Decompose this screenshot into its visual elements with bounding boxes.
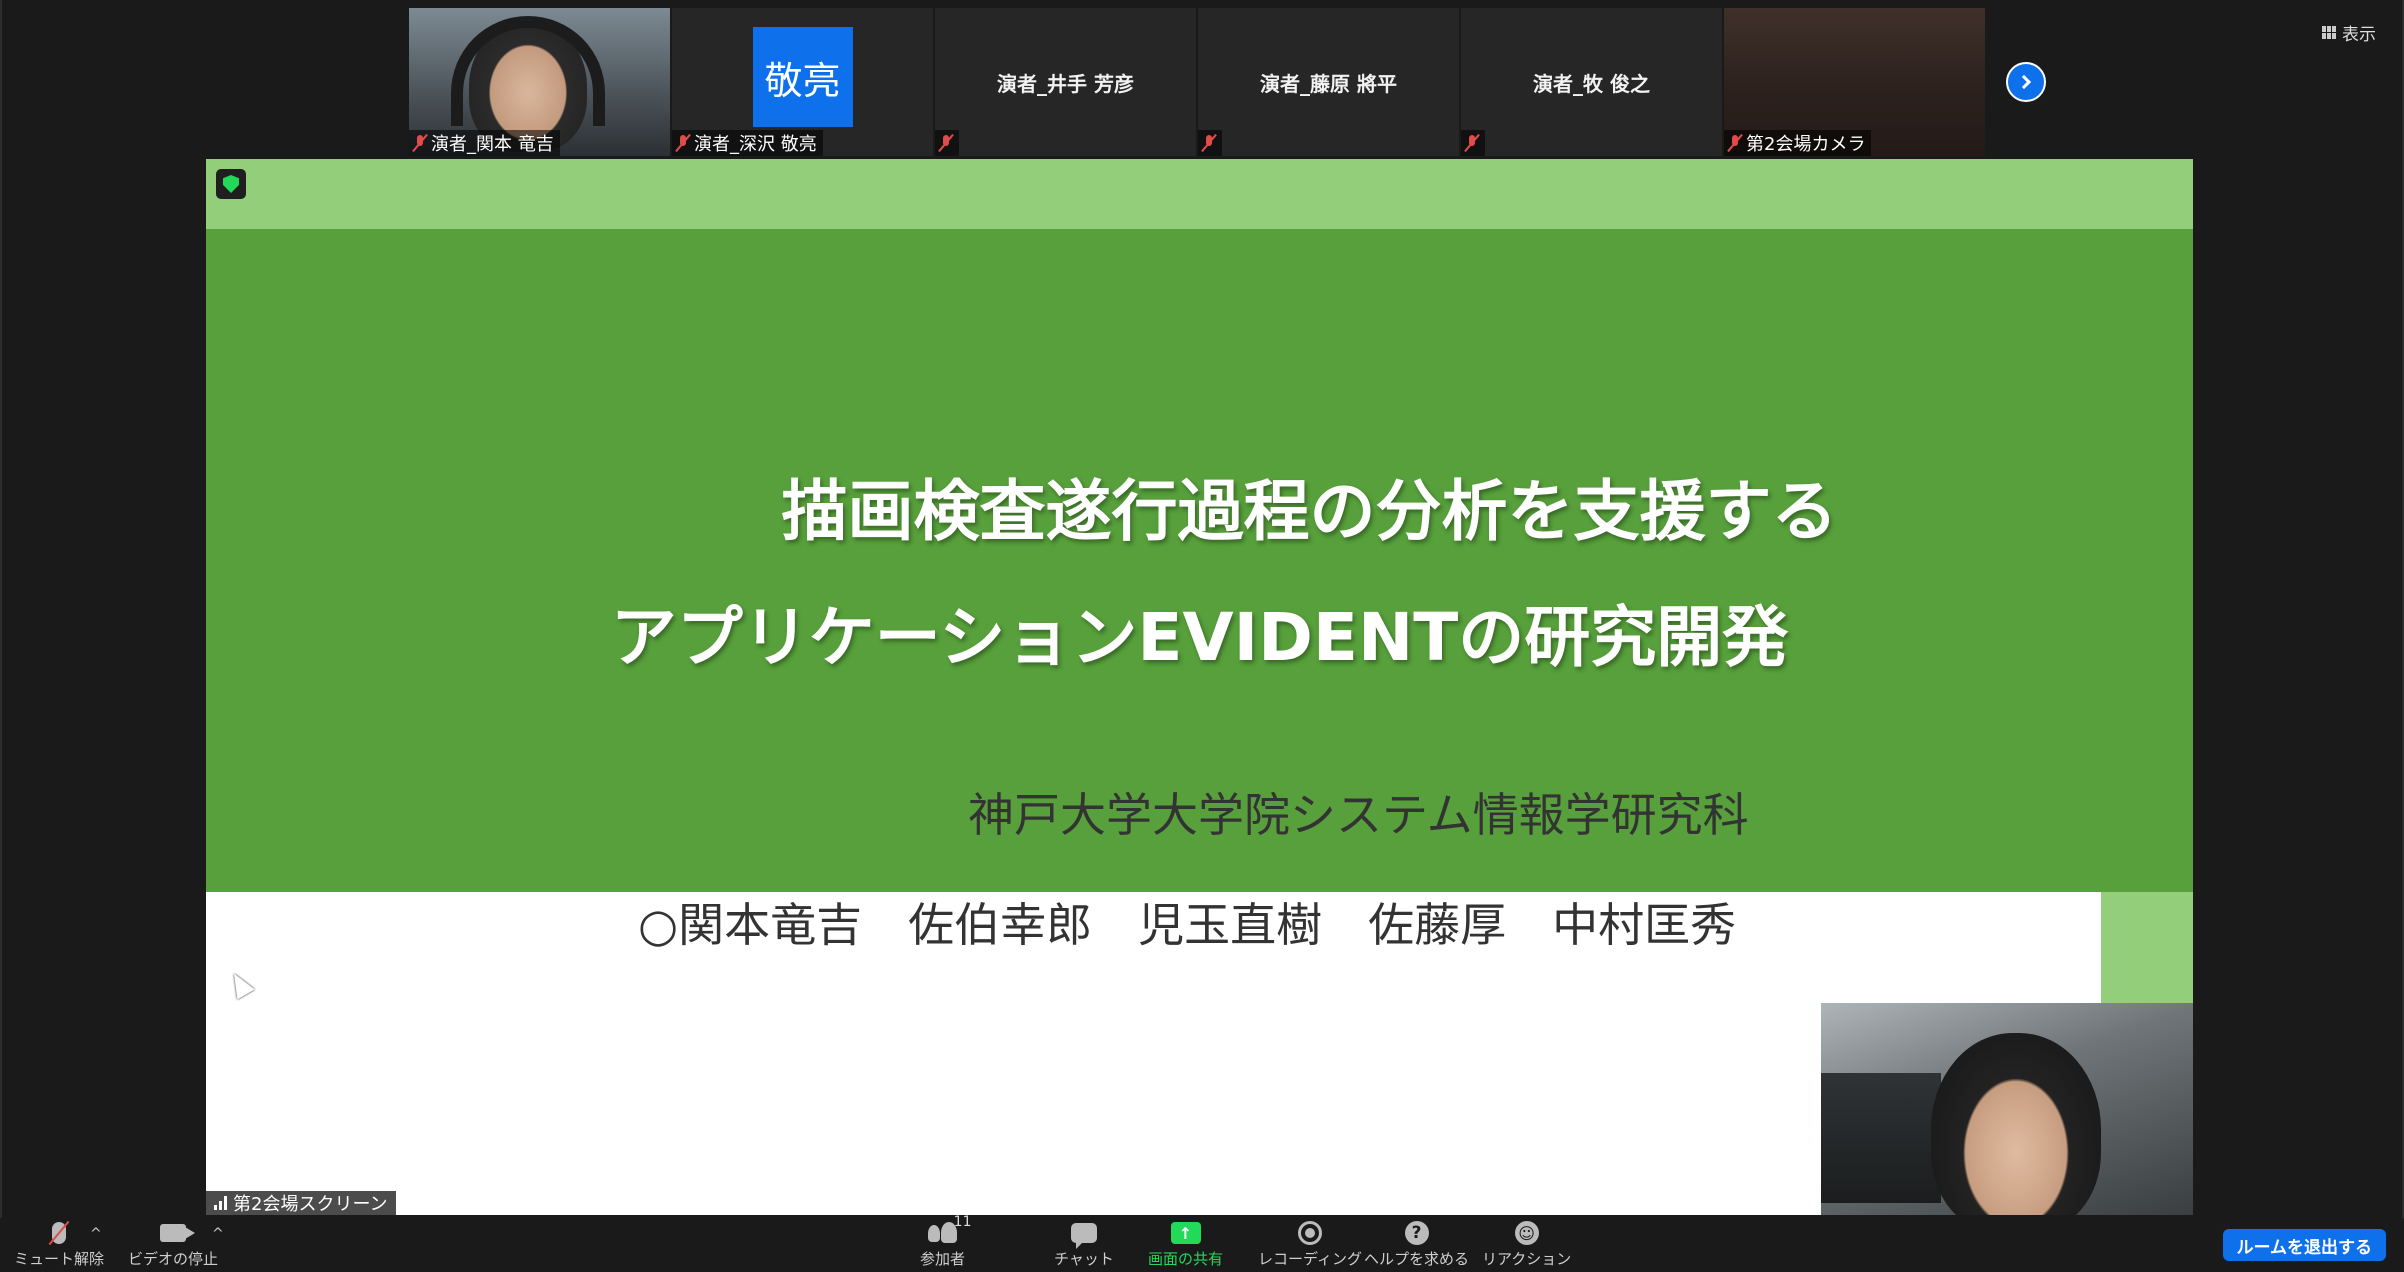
ask-for-help-button[interactable]: ? ヘルプを求める xyxy=(1364,1220,1469,1269)
participant-tile-ide[interactable]: 演者_井手 芳彦 xyxy=(935,8,1196,156)
view-button-label: 表示 xyxy=(2342,24,2376,45)
slide-authors: ○関本竜吉 佐伯幸郎 児玉直樹 佐藤厚 中村匡秀 xyxy=(638,898,1737,952)
recording-label: レコーディング xyxy=(1258,1250,1362,1268)
shared-screen-name: 第2会場スクリーン xyxy=(233,1194,388,1215)
muted-mic-icon xyxy=(413,134,427,152)
meeting-toolbar: ミュート解除 ^ ビデオの停止 ^ 11 参加者 チャット ↑ 画面の共有 レコ… xyxy=(0,1214,2404,1272)
recording-button[interactable]: レコーディング xyxy=(1258,1220,1362,1269)
participant-tile-fujiwara[interactable]: 演者_藤原 將平 xyxy=(1198,8,1459,156)
participant-name-tag xyxy=(1198,130,1222,156)
reactions-label: リアクション xyxy=(1482,1250,1572,1268)
participant-name-tag xyxy=(935,130,959,156)
share-screen-button[interactable]: ↑ 画面の共有 xyxy=(1148,1220,1223,1269)
background-shelf xyxy=(1821,1073,1941,1203)
speaker-video-thumbnail[interactable] xyxy=(1821,1003,2193,1215)
participant-name: 演者_牧 俊之 xyxy=(1533,71,1650,96)
people-icon: 11 xyxy=(927,1214,972,1246)
slide-affiliation: 神戸大学大学院システム情報学研究科 xyxy=(968,788,1749,842)
avatar: 敬亮 xyxy=(752,27,853,127)
muted-mic-icon xyxy=(1728,134,1742,152)
participant-name: 演者_深沢 敬亮 xyxy=(694,134,817,155)
participant-name: 第2会場カメラ xyxy=(1746,134,1866,155)
share-screen-label: 画面の共有 xyxy=(1148,1250,1224,1268)
help-label: ヘルプを求める xyxy=(1364,1250,1470,1268)
video-options-caret-icon[interactable]: ^ xyxy=(212,1226,224,1242)
shared-screen-label: 第2会場スクリーン xyxy=(206,1191,396,1215)
headphones-graphic xyxy=(451,16,605,126)
participant-name: 演者_関本 竜吉 xyxy=(431,134,554,155)
muted-mic-icon xyxy=(1202,134,1216,152)
slide-title-line2: アプリケーションEVIDENTの研究開発 xyxy=(610,599,1789,676)
chat-bubble-icon xyxy=(1070,1220,1097,1249)
video-camera-icon xyxy=(160,1220,195,1246)
record-icon xyxy=(1297,1220,1322,1246)
next-page-button[interactable] xyxy=(2006,62,2046,102)
smiley-icon: ☺ xyxy=(1514,1220,1539,1246)
participants-label: 参加者 xyxy=(920,1250,966,1268)
speaker-face xyxy=(1931,1033,2101,1215)
muted-mic-icon xyxy=(676,134,690,152)
grid-view-icon xyxy=(2322,25,2336,39)
stop-video-button[interactable]: ビデオの停止 xyxy=(128,1220,218,1269)
chat-button[interactable]: チャット xyxy=(1054,1220,1114,1269)
muted-mic-icon xyxy=(939,134,953,152)
participant-name: 演者_井手 芳彦 xyxy=(997,71,1134,96)
chevron-right-icon xyxy=(2016,74,2032,90)
participant-name-tag xyxy=(1461,130,1485,156)
participant-tile-sekimoto[interactable]: 演者_関本 竜吉 xyxy=(409,8,670,156)
unmute-label: ミュート解除 xyxy=(14,1250,105,1268)
participant-name: 演者_藤原 將平 xyxy=(1260,71,1397,96)
participant-tile-maki[interactable]: 演者_牧 俊之 xyxy=(1461,8,1722,156)
reactions-button[interactable]: ☺ リアクション xyxy=(1482,1220,1571,1269)
share-screen-icon: ↑ xyxy=(1170,1220,1201,1246)
participant-count: 11 xyxy=(953,1214,972,1230)
leave-room-button[interactable]: ルームを退出する xyxy=(2222,1229,2386,1261)
participant-name-tag: 第2会場カメラ xyxy=(1724,130,1872,156)
participant-tile-fukasawa[interactable]: 敬亮 演者_深沢 敬亮 xyxy=(672,8,933,156)
participant-name-tag: 演者_関本 竜吉 xyxy=(409,130,560,156)
help-icon: ? xyxy=(1404,1220,1429,1246)
muted-mic-icon xyxy=(52,1220,66,1246)
shared-screen: 描画検査遂行過程の分析を支援する アプリケーションEVIDENTの研究開発 神戸… xyxy=(206,159,2193,1215)
participant-name-tag: 演者_深沢 敬亮 xyxy=(672,130,823,156)
chat-label: チャット xyxy=(1054,1250,1114,1268)
muted-mic-icon xyxy=(1465,134,1479,152)
view-button[interactable]: 表示 xyxy=(2312,18,2386,46)
slide-title-line1: 描画検査遂行過程の分析を支援する xyxy=(781,473,1838,550)
audio-options-caret-icon[interactable]: ^ xyxy=(90,1226,102,1242)
participants-button[interactable]: 11 参加者 xyxy=(920,1214,972,1269)
shield-icon[interactable] xyxy=(216,169,246,199)
participant-tile-room-camera[interactable]: 第2会場カメラ xyxy=(1724,8,1985,156)
stop-video-label: ビデオの停止 xyxy=(128,1250,219,1268)
participant-strip: 演者_関本 竜吉 敬亮 演者_深沢 敬亮 演者_井手 芳彦 演者_藤原 將平 演… xyxy=(409,8,1985,156)
slide-top-bar xyxy=(206,159,2193,229)
slide-title: 描画検査遂行過程の分析を支援する アプリケーションEVIDENTの研究開発 xyxy=(206,449,2193,701)
signal-strength-icon xyxy=(214,1196,227,1210)
